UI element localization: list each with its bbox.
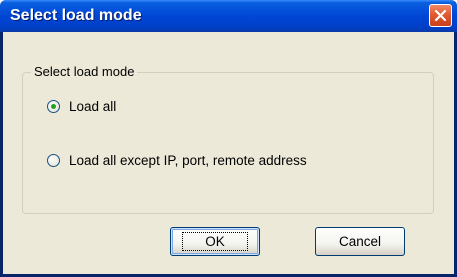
load-mode-groupbox: Select load mode Load all Load all excep… [22,64,434,214]
option-load-all[interactable]: Load all [47,99,116,114]
dialog-client-area: Select load mode Load all Load all excep… [3,32,454,274]
cancel-button[interactable]: Cancel [315,227,405,256]
close-icon [434,9,447,22]
radio-load-all[interactable] [47,100,60,113]
option-load-all-except-label[interactable]: Load all except IP, port, remote address [69,153,307,168]
option-load-all-label[interactable]: Load all [69,99,116,114]
window-title: Select load mode [10,7,142,24]
radio-checked-dot [51,104,56,109]
option-load-all-except[interactable]: Load all except IP, port, remote address [47,153,307,168]
ok-button[interactable]: OK [170,227,260,256]
ok-button-label: OK [182,232,248,251]
radio-load-all-except[interactable] [47,154,60,167]
groupbox-label: Select load mode [31,64,138,79]
cancel-button-label: Cancel [338,234,382,249]
dialog-window: Select load mode Select load mode Load a… [0,0,457,277]
close-button[interactable] [429,4,452,27]
title-bar[interactable]: Select load mode [0,0,457,32]
